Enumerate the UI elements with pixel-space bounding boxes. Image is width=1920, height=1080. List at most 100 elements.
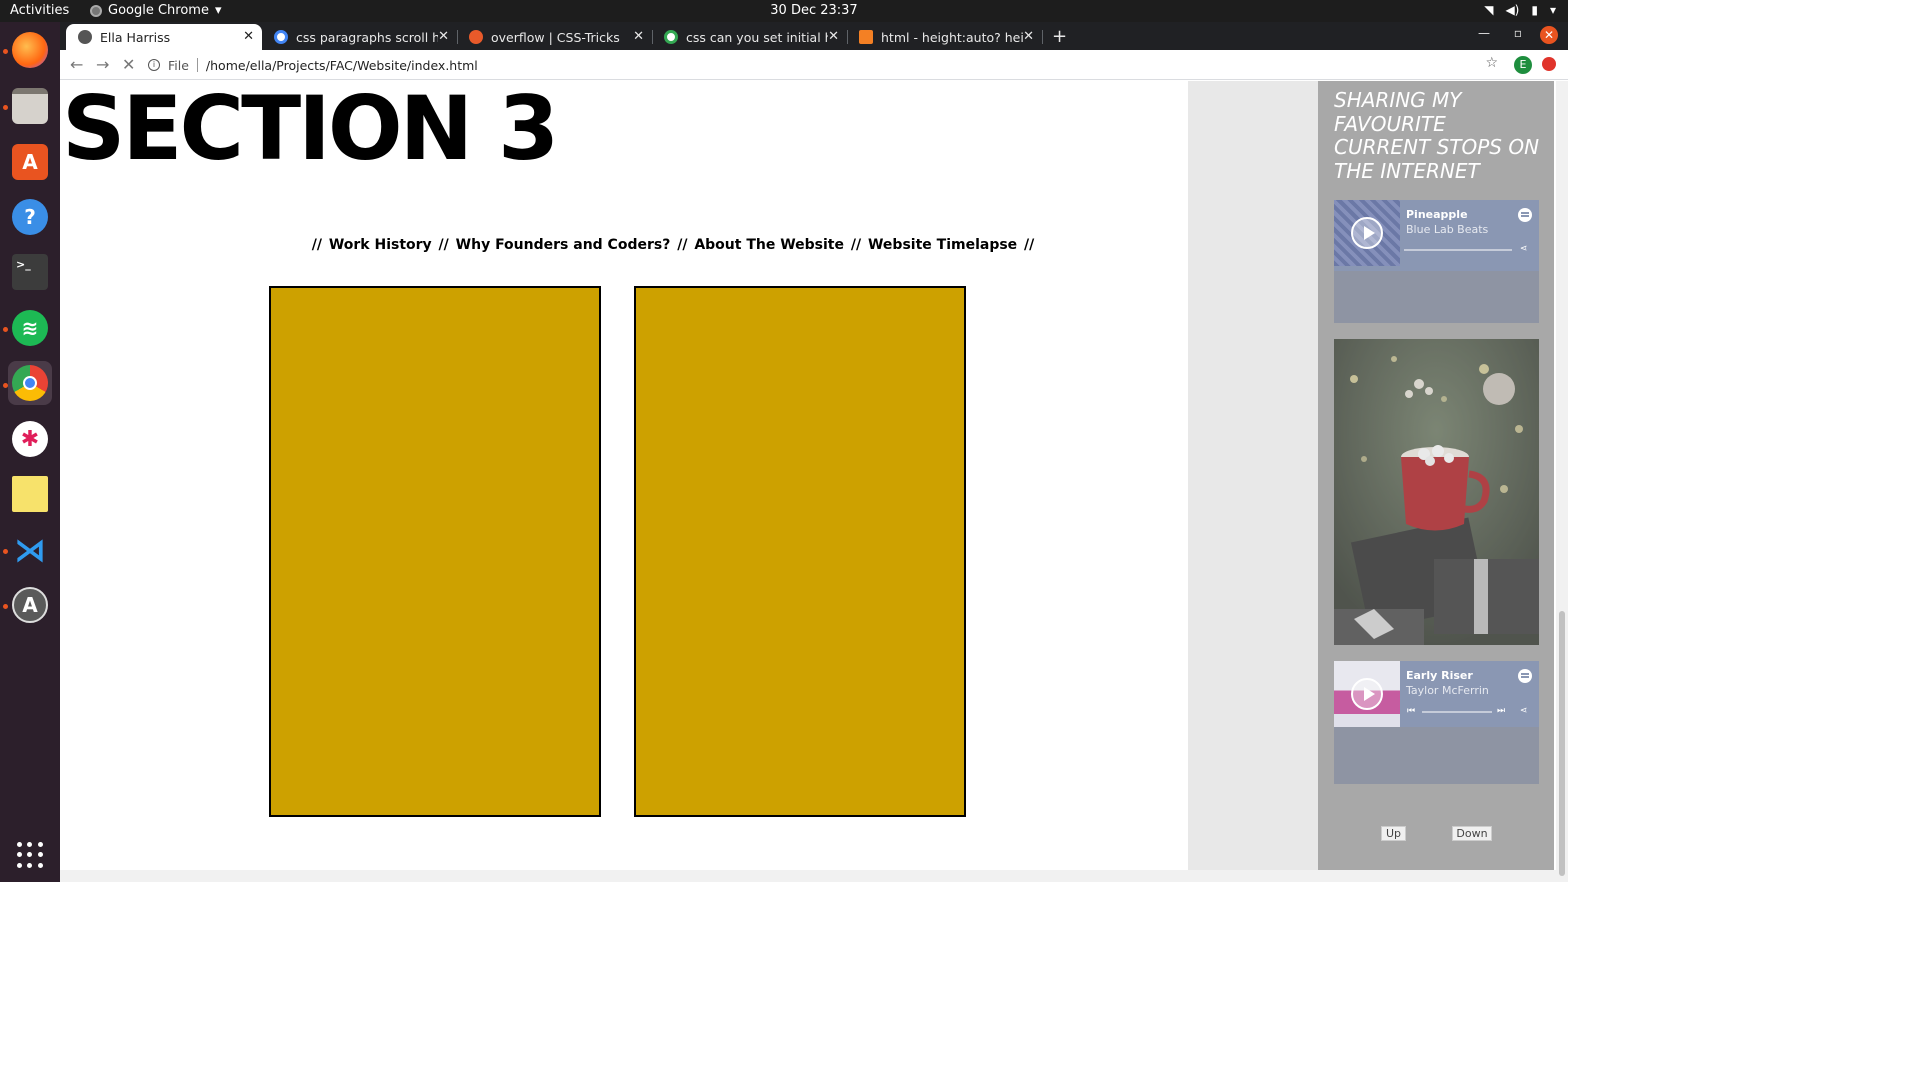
tab-initial-height[interactable]: css can you set initial height ✕ — [652, 24, 848, 50]
close-icon[interactable]: ✕ — [633, 29, 644, 44]
content-card-left — [269, 286, 601, 817]
profile-avatar[interactable]: E — [1514, 56, 1532, 74]
previous-track-icon[interactable]: ⏮ — [1407, 706, 1417, 716]
share-icon[interactable]: ⋖ — [1520, 706, 1530, 716]
info-icon[interactable]: i — [148, 59, 160, 71]
extension-icon[interactable] — [1542, 57, 1556, 71]
close-icon[interactable]: ✕ — [828, 29, 839, 44]
progress-bar[interactable] — [1422, 711, 1492, 713]
forward-arrow-icon[interactable]: → — [96, 55, 109, 74]
close-icon[interactable]: ✕ — [438, 29, 449, 44]
maximize-button[interactable]: ▫ — [1514, 26, 1522, 40]
volume-icon: ◀) — [1505, 3, 1520, 17]
tab-strip: Ella Harriss ✕ css paragraphs scroll hid… — [60, 22, 1568, 50]
player-footer — [1334, 727, 1539, 784]
tab-css-tricks[interactable]: overflow | CSS-Tricks ✕ — [457, 24, 653, 50]
player-footer — [1334, 271, 1539, 323]
nav-link-why-founders-and-coders[interactable]: Why Founders and Coders? — [456, 237, 671, 253]
tab-css-paragraphs[interactable]: css paragraphs scroll hidden ✕ — [262, 24, 458, 50]
terminal-icon: >_ — [12, 254, 48, 290]
bookmark-star-icon[interactable]: ☆ — [1485, 55, 1498, 71]
dock-help[interactable]: ? — [8, 195, 52, 239]
sidebar: SHARING MY FAVOURITE CURRENT STOPS ON TH… — [1318, 81, 1554, 882]
browser-toolbar: ← → ✕ i File /home/ella/Projects/FAC/Web… — [60, 50, 1568, 80]
close-icon[interactable]: ✕ — [1023, 29, 1034, 44]
nav-separator: // — [438, 237, 449, 253]
track-title[interactable]: Pineapple — [1406, 208, 1468, 221]
festive-mug-photo — [1334, 339, 1539, 645]
battery-icon: ▮ — [1531, 3, 1538, 17]
stop-loading-icon[interactable]: ✕ — [122, 55, 135, 74]
show-applications-icon[interactable] — [17, 842, 43, 868]
google-icon — [664, 30, 678, 44]
tab-title: css paragraphs scroll hidden — [296, 29, 438, 45]
software-updater-icon: A — [12, 587, 48, 623]
sticky-notes-icon — [12, 476, 48, 512]
tab-ella-harriss[interactable]: Ella Harriss ✕ — [66, 24, 262, 50]
dock-vscode[interactable]: ⋊ — [8, 528, 52, 572]
track-title[interactable]: Early Riser — [1406, 669, 1473, 682]
dock-spotify[interactable]: ≋ — [8, 306, 52, 350]
dock-updater[interactable]: A — [8, 583, 52, 627]
scroll-down-button[interactable]: Down — [1452, 826, 1492, 841]
new-tab-button[interactable]: + — [1052, 26, 1067, 47]
system-top-bar: Activities Google Chrome ▾ 30 Dec 23:37 … — [0, 0, 1568, 22]
spotify-logo-icon[interactable] — [1518, 208, 1532, 222]
nav-separator: // — [1024, 237, 1035, 253]
window-close-button[interactable]: ✕ — [1540, 26, 1558, 44]
dock: A ? >_ ≋ ✱ ⋊ A — [0, 22, 60, 882]
vscode-icon: ⋊ — [14, 531, 46, 569]
track-artist[interactable]: Blue Lab Beats — [1406, 223, 1488, 236]
google-icon — [274, 30, 288, 44]
spotify-icon: ≋ — [12, 310, 48, 346]
dock-chrome[interactable] — [8, 361, 52, 405]
nav-link-website-timelapse[interactable]: Website Timelapse — [868, 237, 1017, 253]
dock-firefox[interactable] — [8, 28, 52, 72]
tab-title: html - height:auto? height — [881, 29, 1023, 45]
dock-notes[interactable] — [8, 472, 52, 516]
back-arrow-icon[interactable]: ← — [70, 55, 83, 74]
track-artist[interactable]: Taylor McFerrin — [1406, 684, 1489, 697]
spotify-logo-icon[interactable] — [1518, 669, 1532, 683]
vertical-scrollbar[interactable] — [1556, 81, 1568, 882]
close-icon[interactable]: ✕ — [243, 29, 254, 44]
mug-illustration — [1334, 339, 1539, 645]
page-viewport: SECTION 3 // Work History // Why Founder… — [60, 81, 1556, 882]
url-divider — [196, 58, 198, 72]
horizontal-scrollbar[interactable] — [60, 870, 1556, 882]
spotify-embed-early-riser[interactable]: Early Riser Taylor McFerrin ⏮ ⏭ ⋖ — [1334, 661, 1539, 784]
share-icon[interactable]: ⋖ — [1520, 244, 1530, 254]
slack-icon: ✱ — [12, 421, 48, 457]
nav-link-work-history[interactable]: Work History — [329, 237, 432, 253]
address-bar[interactable]: i File /home/ella/Projects/FAC/Website/i… — [148, 53, 1498, 77]
tab-height-auto[interactable]: html - height:auto? height ✕ — [847, 24, 1043, 50]
dock-terminal[interactable]: >_ — [8, 250, 52, 294]
dock-slack[interactable]: ✱ — [8, 417, 52, 461]
section-nav: // Work History // Why Founders and Code… — [60, 237, 1286, 253]
scroll-up-button[interactable]: Up — [1381, 826, 1406, 841]
page-gutter — [1188, 81, 1318, 882]
minimize-button[interactable]: — — [1478, 26, 1490, 40]
css-tricks-icon — [469, 30, 483, 44]
section-title: SECTION 3 — [62, 81, 559, 180]
chrome-icon — [12, 365, 48, 401]
browser-window: Ella Harriss ✕ css paragraphs scroll hid… — [60, 22, 1568, 882]
stackoverflow-icon — [859, 30, 873, 44]
url-text: /home/ella/Projects/FAC/Website/index.ht… — [205, 57, 478, 73]
dock-files[interactable] — [8, 84, 52, 128]
play-button[interactable] — [1351, 217, 1383, 249]
dock-software[interactable]: A — [8, 140, 52, 184]
wifi-icon: ◥ — [1484, 3, 1494, 17]
scrollbar-thumb[interactable] — [1559, 611, 1565, 876]
play-button[interactable] — [1351, 678, 1383, 710]
spotify-embed-pineapple[interactable]: Pineapple Blue Lab Beats ⋖ — [1334, 200, 1539, 323]
progress-bar[interactable] — [1404, 249, 1512, 251]
clock[interactable]: 30 Dec 23:37 — [0, 3, 1628, 18]
tab-separator — [1042, 30, 1043, 44]
firefox-icon — [12, 32, 48, 68]
next-track-icon[interactable]: ⏭ — [1497, 706, 1507, 716]
nav-link-about-the-website[interactable]: About The Website — [694, 237, 844, 253]
nav-separator: // — [850, 237, 862, 253]
system-tray[interactable]: ◥ ◀) ▮ ▾ — [1484, 3, 1556, 17]
url-scheme: File — [168, 57, 189, 73]
